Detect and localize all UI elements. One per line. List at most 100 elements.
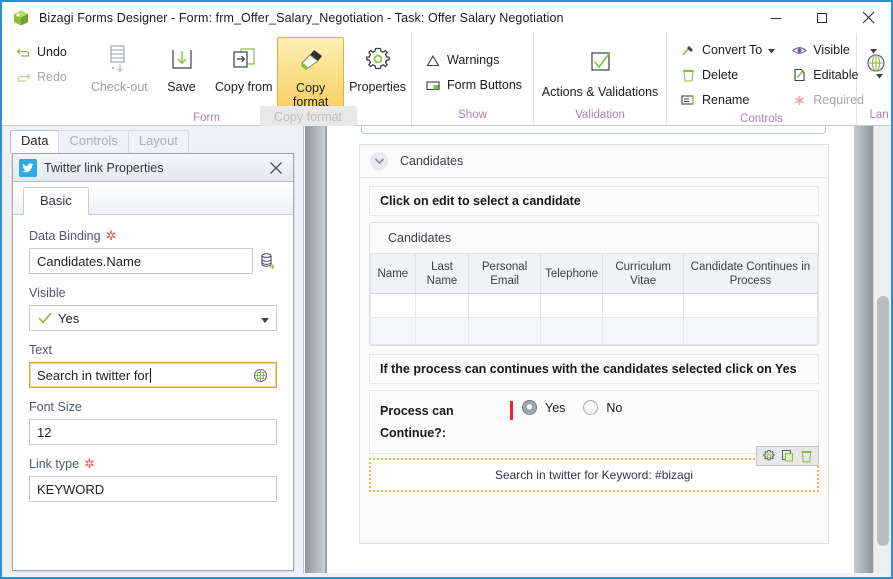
table-row[interactable] bbox=[370, 317, 819, 345]
form-buttons-icon bbox=[425, 77, 441, 93]
text-row: Search in twitter for bbox=[29, 362, 277, 388]
radio-option-yes[interactable]: Yes bbox=[522, 400, 565, 415]
text-caret bbox=[150, 367, 151, 383]
required-asterisk-icon: ✲ bbox=[84, 456, 95, 471]
ribbon-group-show: Warnings Form Buttons Show bbox=[412, 33, 535, 125]
canvas-scroll-thumb[interactable] bbox=[877, 296, 889, 546]
col-last-name: Last Name bbox=[414, 253, 470, 294]
table-header-row: Name Last Name Personal Email Telephone … bbox=[370, 253, 819, 294]
trash-icon[interactable] bbox=[798, 448, 815, 464]
actions-validations-button[interactable]: Actions & Validations bbox=[534, 37, 666, 103]
properties-button[interactable]: Properties bbox=[344, 37, 411, 103]
visible-row: Yes bbox=[29, 305, 277, 331]
partial-control-above bbox=[361, 126, 826, 134]
properties-form: Data Binding ✲ Candidates.Name Visible Y… bbox=[13, 215, 293, 502]
data-binding-row: Candidates.Name bbox=[29, 248, 277, 274]
visible-label: Visible bbox=[813, 43, 850, 57]
undo-button[interactable]: Undo bbox=[10, 41, 72, 63]
copy-format-button[interactable]: Copy format bbox=[277, 37, 345, 110]
radio-option-no[interactable]: No bbox=[583, 400, 622, 415]
chevron-down-icon[interactable] bbox=[768, 43, 776, 57]
copy-format-label: Copy format bbox=[292, 81, 329, 109]
rename-button[interactable]: Rename bbox=[675, 89, 780, 111]
tab-layout[interactable]: Layout bbox=[127, 130, 189, 153]
selected-twitter-link-widget[interactable]: Search in twitter for Keyword: #bizagi bbox=[369, 446, 819, 492]
candidates-group-panel: Candidates Click on edit to select a can… bbox=[359, 144, 829, 544]
radio-no-label: No bbox=[606, 400, 623, 415]
redo-icon bbox=[15, 69, 31, 85]
convert-to-button[interactable]: Convert To bbox=[675, 39, 780, 61]
rename-icon bbox=[680, 92, 696, 108]
font-size-value: 12 bbox=[37, 424, 52, 440]
candidates-group-header[interactable]: Candidates bbox=[360, 145, 828, 178]
data-binding-label: Data Binding bbox=[29, 229, 101, 243]
visible-value: Yes bbox=[58, 310, 80, 326]
green-check-icon bbox=[37, 310, 53, 326]
note-click-on-edit: Click on edit to select a candidate bbox=[369, 186, 819, 216]
form-sheet: Candidates Click on edit to select a can… bbox=[327, 126, 854, 577]
globe-language-icon[interactable] bbox=[251, 366, 269, 384]
font-size-input[interactable]: 12 bbox=[29, 419, 277, 445]
twitter-link-text: Search in twitter for Keyword: #bizagi bbox=[494, 468, 694, 482]
widget-action-toolbar bbox=[756, 446, 819, 466]
close-button[interactable] bbox=[845, 2, 891, 33]
redo-button[interactable]: Redo bbox=[10, 66, 72, 88]
maximize-button[interactable] bbox=[799, 2, 845, 33]
convert-to-icon bbox=[680, 42, 696, 58]
radio-no-knob[interactable] bbox=[583, 400, 599, 415]
font-size-label-row: Font Size bbox=[29, 400, 277, 414]
candidates-group-title: Candidates bbox=[400, 154, 464, 168]
status-bar bbox=[2, 573, 891, 577]
tab-data[interactable]: Data bbox=[10, 130, 60, 153]
copy-from-button[interactable]: Copy from bbox=[210, 37, 277, 103]
twitter-bird-icon bbox=[19, 158, 37, 177]
chevron-down-icon[interactable] bbox=[370, 152, 388, 170]
bizagi-cube-icon bbox=[12, 9, 30, 27]
chevron-down-icon[interactable] bbox=[261, 311, 269, 326]
rename-label: Rename bbox=[702, 93, 750, 107]
database-add-icon[interactable] bbox=[259, 252, 277, 270]
text-input[interactable]: Search in twitter for bbox=[29, 362, 277, 388]
col-name: Name bbox=[370, 253, 416, 294]
copy-format-brush-icon bbox=[294, 43, 328, 77]
visible-select[interactable]: Yes bbox=[29, 305, 277, 331]
minimize-button[interactable] bbox=[753, 2, 799, 33]
candidates-grid: Name Last Name Personal Email Telephone … bbox=[370, 253, 819, 345]
editable-label: Editable bbox=[813, 68, 859, 82]
close-icon[interactable] bbox=[265, 157, 287, 179]
globe-icon bbox=[859, 46, 891, 80]
data-binding-input[interactable]: Candidates.Name bbox=[29, 248, 253, 274]
tab-basic[interactable]: Basic bbox=[23, 187, 89, 215]
window-controls bbox=[753, 2, 891, 33]
delete-button[interactable]: Delete bbox=[675, 64, 780, 86]
convert-to-label: Convert To bbox=[702, 43, 763, 57]
left-panel: Data Controls Layout Twitter link Proper… bbox=[2, 126, 304, 577]
form-buttons-label: Form Buttons bbox=[447, 78, 523, 92]
warnings-button[interactable]: Warnings bbox=[420, 49, 527, 71]
ribbon-group-label-language: Lan bbox=[869, 109, 889, 121]
editable-page-icon bbox=[791, 67, 807, 83]
tab-controls[interactable]: Controls bbox=[58, 130, 129, 153]
font-size-label: Font Size bbox=[29, 400, 82, 414]
form-buttons-button[interactable]: Form Buttons bbox=[420, 74, 527, 96]
properties-window: Twitter link Properties Basic Data Bindi… bbox=[12, 153, 294, 571]
save-button[interactable]: Save bbox=[153, 37, 211, 103]
check-out-button[interactable]: Check-out bbox=[86, 37, 153, 103]
ribbon-group-label-show: Show bbox=[458, 109, 487, 121]
language-button[interactable] bbox=[857, 41, 891, 107]
visible-label-row: Visible bbox=[29, 286, 277, 300]
text-value: Search in twitter for bbox=[37, 367, 149, 383]
col-curriculum-vitae: Curriculum Vitae bbox=[602, 253, 684, 294]
canvas-vertical-scrollbar[interactable] bbox=[873, 126, 891, 577]
duplicate-icon[interactable] bbox=[779, 448, 796, 464]
copy-from-label: Copy from bbox=[214, 80, 273, 94]
col-telephone: Telephone bbox=[539, 253, 604, 294]
gear-icon[interactable] bbox=[760, 448, 777, 464]
data-binding-label-row: Data Binding ✲ bbox=[29, 229, 277, 243]
radio-yes-knob[interactable] bbox=[522, 400, 537, 415]
link-type-input[interactable]: KEYWORD bbox=[29, 476, 277, 502]
application-window: Bizagi Forms Designer - Form: frm_Offer_… bbox=[0, 0, 893, 579]
ribbon-group-language: Lan bbox=[857, 33, 891, 125]
table-row[interactable] bbox=[370, 293, 819, 318]
ribbon-toolbar: Undo Redo Check-out Save Copy from Copy … bbox=[2, 33, 891, 144]
